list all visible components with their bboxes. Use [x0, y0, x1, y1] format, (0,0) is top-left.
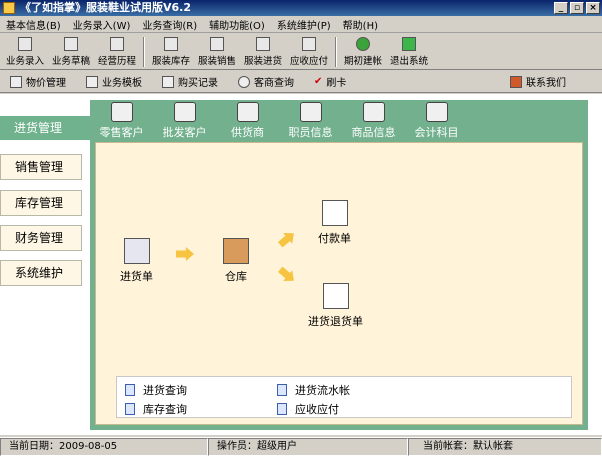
product-icon	[362, 102, 385, 122]
purchase-order-icon	[123, 238, 150, 264]
history-button[interactable]: 经营历程	[94, 34, 140, 67]
maximize-button[interactable]: ▫	[570, 2, 584, 14]
left-navigation: 进货管理 销售管理 库存管理 财务管理 系统维护	[0, 94, 90, 435]
window-title: 《了如指掌》服装鞋业试用版V6.2	[20, 1, 191, 14]
main-toolbar: 业务录入 业务草稿 经营历程 服装库存 服装销售 服装进货 应收应付 期初建帐 …	[0, 34, 602, 70]
link-inventory-query[interactable]: 库存查询	[125, 401, 187, 417]
customer-query-button[interactable]: 客商查询	[228, 71, 304, 92]
nav-finance-management[interactable]: 财务管理	[0, 225, 82, 251]
exit-system-button[interactable]: 退出系统	[386, 34, 432, 67]
staff-icon	[299, 102, 322, 122]
price-management-button[interactable]: 物价管理	[0, 71, 76, 92]
menu-bar: 基本信息(B) 业务录入(W) 业务查询(R) 辅助功能(O) 系统维护(P) …	[0, 16, 602, 33]
book-icon	[110, 37, 124, 51]
phone-icon	[10, 75, 22, 88]
swipe-card-button[interactable]: ✔ 刷卡	[304, 71, 356, 92]
app-icon	[3, 2, 15, 14]
menu-business-query[interactable]: 业务查询(R)	[136, 17, 203, 32]
secondary-toolbar: 物价管理 业务模板 购买记录 客商查询 ✔ 刷卡 联系我们	[0, 71, 602, 93]
document-icon	[18, 37, 32, 51]
payment-order-node[interactable]: 付款单	[318, 200, 351, 246]
business-draft-button[interactable]: 业务草稿	[48, 34, 94, 67]
stock-icon	[164, 37, 178, 51]
sales-icon	[210, 37, 224, 51]
retail-customer-icon	[110, 102, 133, 122]
menu-auxiliary[interactable]: 辅助功能(O)	[203, 17, 271, 32]
category-suppliers[interactable]: 供货商	[216, 100, 279, 142]
list-icon	[125, 403, 135, 415]
nav-purchase-management[interactable]: 进货管理	[0, 116, 90, 140]
globe-icon	[356, 37, 370, 51]
checkmark-icon: ✔	[314, 76, 323, 87]
query-icon	[238, 75, 250, 88]
list-icon	[277, 384, 287, 396]
status-operator: 操作员：超级用户	[208, 438, 408, 456]
link-purchase-query[interactable]: 进货查询	[125, 382, 187, 398]
ledger-icon	[302, 37, 316, 51]
business-template-button[interactable]: 业务模板	[76, 71, 152, 92]
exit-runner-icon	[402, 37, 416, 51]
business-entry-button[interactable]: 业务录入	[2, 34, 48, 67]
link-receivable-payable[interactable]: 应收应付	[277, 401, 339, 417]
contact-us-button[interactable]: 联系我们	[500, 71, 602, 92]
menu-business-entry[interactable]: 业务录入(W)	[67, 17, 137, 32]
receivable-payable-button[interactable]: 应收应付	[286, 34, 332, 67]
nav-system-maintenance[interactable]: 系统维护	[0, 260, 82, 286]
template-icon	[86, 75, 98, 88]
purchase-records-button[interactable]: 购买记录	[152, 71, 228, 92]
menu-basic-info[interactable]: 基本信息(B)	[0, 17, 67, 32]
draft-icon	[64, 37, 78, 51]
status-date: 当前日期：2009-08-05	[0, 438, 208, 456]
nav-sales-management[interactable]: 销售管理	[0, 154, 82, 180]
opening-accounts-button[interactable]: 期初建帐	[340, 34, 386, 67]
nav-inventory-management[interactable]: 库存管理	[0, 190, 82, 216]
warehouse-box-icon	[223, 238, 249, 264]
payment-icon	[321, 200, 348, 226]
status-bar: 当前日期：2009-08-05 操作员：超级用户 当前帐套：默认帐套	[0, 437, 602, 456]
category-product-info[interactable]: 商品信息	[342, 100, 405, 142]
clothing-stock-button[interactable]: 服装库存	[148, 34, 194, 67]
list-icon	[277, 403, 287, 415]
title-bar: 《了如指掌》服装鞋业试用版V6.2 _ ▫ ×	[0, 0, 602, 16]
category-wholesale-customers[interactable]: 批发客户	[153, 100, 216, 142]
minimize-button[interactable]: _	[554, 2, 568, 14]
category-retail-customers[interactable]: 零售客户	[90, 100, 153, 142]
category-accounting-subjects[interactable]: 会计科目	[405, 100, 468, 142]
status-account: 当前帐套：默认帐套	[408, 438, 602, 456]
menu-system-maintenance[interactable]: 系统维护(P)	[271, 17, 337, 32]
accounting-icon	[425, 102, 448, 122]
clothing-sales-button[interactable]: 服装销售	[194, 34, 240, 67]
close-button[interactable]: ×	[586, 2, 600, 14]
records-icon	[162, 75, 174, 88]
link-purchase-ledger[interactable]: 进货流水帐	[277, 382, 350, 398]
supplier-icon	[236, 102, 259, 122]
category-bar: 零售客户 批发客户 供货商 职员信息 商品信息 会计科目	[90, 100, 588, 142]
clothing-purchase-button[interactable]: 服装进货	[240, 34, 286, 67]
warehouse-node[interactable]: 仓库	[223, 238, 249, 284]
purchase-order-node[interactable]: 进货单	[120, 238, 153, 284]
wholesale-customer-icon	[173, 102, 196, 122]
return-document-icon	[322, 283, 349, 309]
list-icon	[125, 384, 135, 396]
purchase-return-node[interactable]: 进货退货单	[308, 283, 363, 329]
quick-links-box: 进货查询 进货流水帐 库存查询 应收应付	[116, 376, 572, 418]
purchase-icon	[256, 37, 270, 51]
telephone-icon	[510, 75, 522, 88]
menu-help[interactable]: 帮助(H)	[337, 17, 384, 32]
category-staff-info[interactable]: 职员信息	[279, 100, 342, 142]
